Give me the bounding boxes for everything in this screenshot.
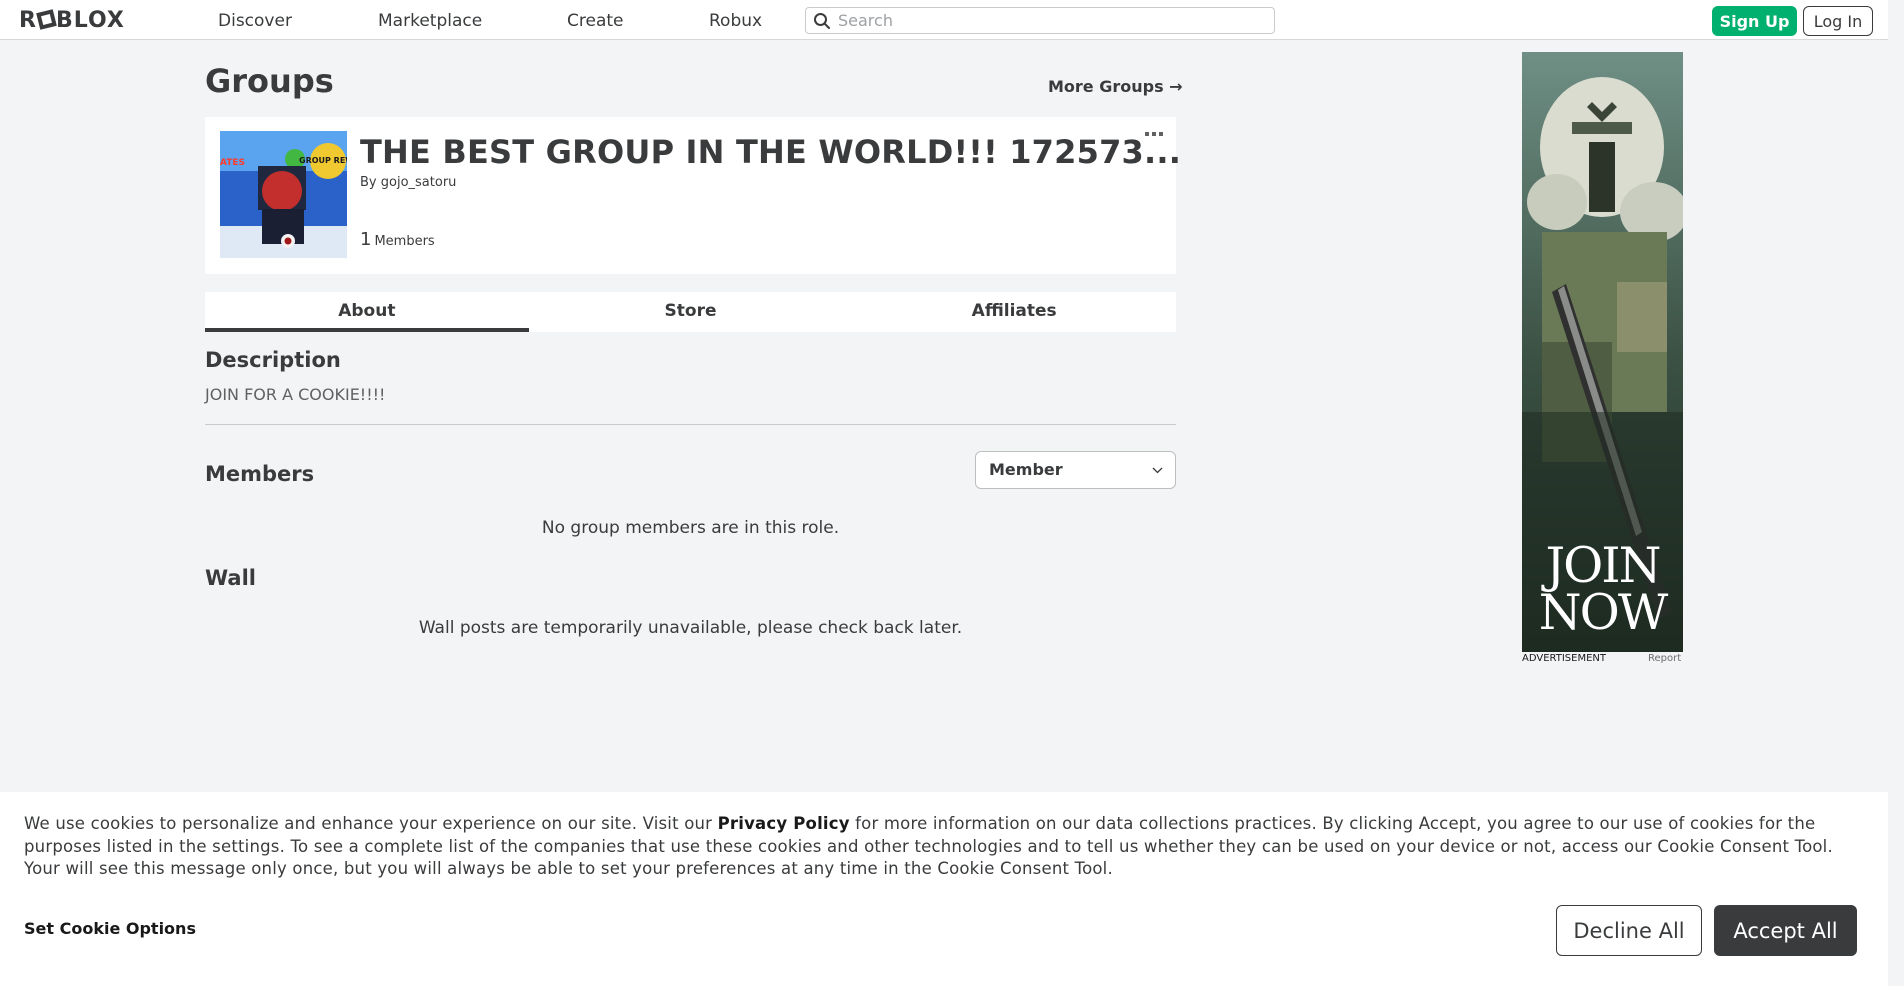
group-owner: By gojo_satoru (360, 175, 456, 190)
tab-affiliates[interactable]: Affiliates (852, 292, 1176, 332)
more-options-icon[interactable] (1144, 129, 1164, 139)
group-member-count: 1 Members (360, 229, 435, 250)
chevron-down-icon (1152, 467, 1163, 474)
tab-about[interactable]: About (205, 292, 529, 332)
role-dropdown[interactable]: Member (975, 451, 1176, 489)
sign-up-button[interactable]: Sign Up (1712, 6, 1797, 36)
members-heading: Members (205, 462, 315, 486)
group-emblem-image: GROUP REW ATES (220, 131, 347, 258)
accept-all-button[interactable]: Accept All (1714, 905, 1857, 956)
role-dropdown-value: Member (989, 460, 1063, 479)
advertisement-banner[interactable]: JOIN NOW (1522, 52, 1683, 652)
ad-headline: JOIN NOW (1522, 537, 1683, 641)
privacy-policy-link[interactable]: Privacy Policy (718, 814, 850, 833)
nav-marketplace[interactable]: Marketplace (378, 11, 482, 31)
member-count-label: Members (374, 234, 435, 249)
wall-heading: Wall (205, 566, 256, 590)
cookie-message: We use cookies to personalize and enhanc… (24, 813, 1864, 881)
description-heading: Description (205, 348, 341, 372)
tab-store[interactable]: Store (529, 292, 853, 332)
set-cookie-options-link[interactable]: Set Cookie Options (24, 919, 196, 938)
owner-link[interactable]: gojo_satoru (381, 175, 457, 190)
nav-robux[interactable]: Robux (709, 11, 762, 31)
nav-create[interactable]: Create (567, 11, 624, 31)
members-empty-message: No group members are in this role. (541, 518, 840, 538)
wall-empty-message: Wall posts are temporarily unavailable, … (418, 618, 963, 638)
group-header-card: GROUP REW ATES THE BEST GROUP IN THE WOR… (205, 117, 1181, 274)
log-in-button[interactable]: Log In (1803, 6, 1873, 36)
member-count-value: 1 (360, 229, 372, 250)
ad-headline-line1: JOIN (1545, 537, 1661, 594)
cookie-text-part1: We use cookies to personalize and enhanc… (24, 814, 718, 833)
emblem-side-text: ATES (220, 158, 245, 168)
group-tabs: About Store Affiliates (205, 292, 1176, 332)
roblox-logo[interactable]: R BLOX (19, 8, 125, 33)
ad-report-link[interactable]: Report (1648, 653, 1681, 664)
group-name: THE BEST GROUP IN THE WORLD!!! 172573... (360, 133, 1182, 171)
cookie-consent-banner: We use cookies to personalize and enhanc… (0, 792, 1888, 986)
emblem-text: GROUP REW (299, 156, 347, 165)
nav-discover[interactable]: Discover (218, 11, 292, 31)
decline-all-button[interactable]: Decline All (1556, 905, 1702, 956)
description-text: JOIN FOR A COOKIE!!!! (205, 385, 386, 404)
owner-prefix: By (360, 175, 377, 190)
section-divider (205, 424, 1176, 425)
advertisement-label: ADVERTISEMENT (1522, 653, 1607, 664)
top-navigation-bar: R BLOX Discover Marketplace Create Robux … (0, 0, 1904, 40)
search-box[interactable] (805, 7, 1275, 34)
search-input[interactable] (838, 10, 1258, 31)
page-scrollbar[interactable] (1888, 0, 1904, 986)
more-groups-link[interactable]: More Groups → (1048, 77, 1183, 96)
ad-headline-line2: NOW (1538, 584, 1668, 641)
search-icon (814, 13, 830, 29)
page-title: Groups (205, 62, 334, 100)
